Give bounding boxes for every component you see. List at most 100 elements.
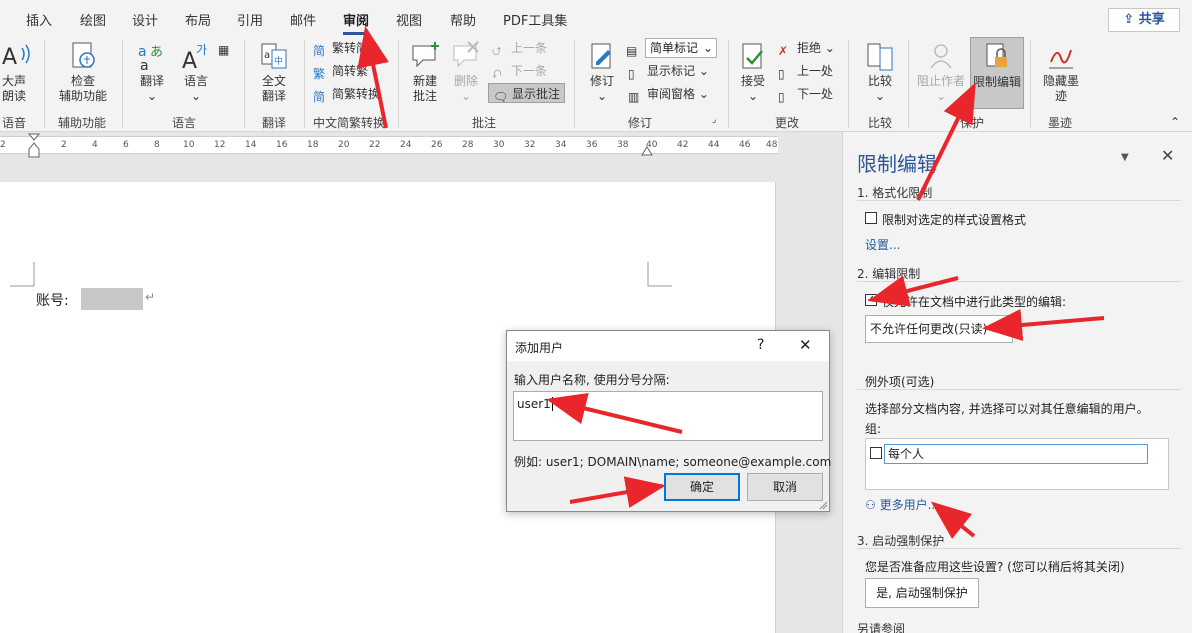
format-restrict-checkbox[interactable]: [865, 212, 877, 224]
section-divider: [857, 281, 1181, 282]
group-separator: [398, 40, 399, 128]
cancel-button[interactable]: 取消: [747, 473, 823, 501]
show-comments-button[interactable]: 🗨 显示批注: [488, 83, 566, 104]
ruler-tick: 14: [245, 140, 257, 150]
ruler-tick: 28: [462, 140, 474, 150]
group-label-protect: 保护: [960, 116, 985, 130]
close-icon[interactable]: ✕: [799, 336, 812, 354]
group-label-comments: 批注: [472, 116, 497, 130]
delete-comment-button[interactable]: 删除 ⌄: [448, 40, 484, 104]
tab-mailings[interactable]: 邮件: [290, 10, 316, 29]
everyone-item[interactable]: 每个人: [884, 444, 1148, 464]
previous-change-button[interactable]: ▯ 上一处: [778, 61, 833, 81]
tab-review[interactable]: 审阅: [343, 10, 370, 35]
more-users-link[interactable]: ⚇ 更多用户...: [865, 496, 939, 513]
group-separator: [122, 40, 123, 128]
hide-ink-button[interactable]: 隐藏墨 迹: [1036, 40, 1086, 104]
group-separator: [244, 40, 245, 128]
ruler-tick: 46: [739, 140, 751, 150]
group-separator: [848, 40, 849, 128]
simp-to-trad-button[interactable]: 繁简转繁: [313, 61, 368, 81]
ruler-tick: 22: [369, 140, 381, 150]
ruler-tick: 24: [400, 140, 412, 150]
ruler-tick: 44: [708, 140, 720, 150]
group-separator: [574, 40, 575, 128]
dialog-launcher-icon[interactable]: ⌟: [712, 114, 716, 134]
margin-corner-mark: [647, 262, 672, 287]
markup-selector[interactable]: ▤: [626, 38, 645, 58]
dialog-example: 例如: user1; DOMAIN\name; someone@example.…: [514, 455, 832, 469]
groups-label: 组:: [865, 422, 882, 436]
indent-marker-icon[interactable]: [28, 133, 40, 159]
group-label-translate: 翻译: [262, 116, 287, 130]
collapse-ribbon-icon[interactable]: ⌃: [1170, 112, 1180, 132]
check-accessibility-button[interactable]: 检查 辅助功能: [50, 40, 116, 104]
simp-to-trad-icon: 繁: [313, 67, 326, 81]
translate-button[interactable]: aあa 翻译 ⌄: [132, 40, 172, 104]
group-separator: [908, 40, 909, 128]
read-aloud-button[interactable]: A 大声 朗读: [0, 40, 30, 104]
right-indent-marker-icon[interactable]: [641, 145, 653, 157]
section-divider: [857, 389, 1181, 390]
ruler-tick: 32: [524, 140, 536, 150]
tab-references[interactable]: 引用: [237, 10, 263, 29]
account-field[interactable]: [81, 288, 143, 310]
ok-button[interactable]: 确定: [664, 473, 740, 501]
compare-button[interactable]: 比较 ⌄: [860, 40, 900, 104]
formatting-restrictions-heading: 1. 格式化限制: [857, 186, 933, 200]
reviewing-pane-button[interactable]: ▥ 审阅窗格 ⌄: [628, 84, 709, 104]
accept-button[interactable]: 接受 ⌄: [734, 40, 772, 104]
ruler-tick: 16: [276, 140, 288, 150]
keyboard-icon[interactable]: ▦: [218, 40, 229, 60]
language-icon: A가: [182, 43, 207, 72]
enforcement-question: 您是否准备应用这些设置? (您可以稍后将其关闭): [865, 560, 1125, 574]
tab-pdf-tools[interactable]: PDF工具集: [503, 10, 567, 29]
ruler-tick: 2: [0, 140, 6, 150]
markup-dropdown[interactable]: 简单标记 ⌄: [645, 38, 717, 58]
new-comment-button[interactable]: 新建 批注: [404, 40, 446, 104]
ruler-track[interactable]: 2 2 4 6 8 10 12 14 16 18 20 22 24 26 28 …: [0, 133, 778, 158]
tab-view[interactable]: 视图: [396, 10, 422, 29]
add-users-dialog: 添加用户 ? ✕ 输入用户名称, 使用分号分隔: user1 例如: user1…: [506, 330, 832, 512]
full-text-translate-button[interactable]: a中 全文 翻译: [250, 40, 298, 104]
editing-restrictions-heading: 2. 编辑限制: [857, 267, 921, 281]
user-names-input[interactable]: user1: [513, 391, 823, 441]
track-changes-button[interactable]: 修订 ⌄: [584, 40, 620, 104]
editing-restrict-checkbox[interactable]: ✓: [865, 294, 877, 306]
group-label-changes: 更改: [775, 116, 800, 130]
show-comments-icon: 🗨: [493, 90, 509, 104]
tab-insert[interactable]: 插入: [26, 10, 52, 29]
resize-grip-icon[interactable]: [818, 500, 828, 510]
tab-help[interactable]: 帮助: [450, 10, 476, 29]
conversion-icon: 简: [313, 90, 326, 104]
horizontal-ruler: 2 2 4 6 8 10 12 14 16 18 20 22 24 26 28 …: [0, 132, 840, 158]
trad-to-simp-button[interactable]: 简繁转简: [313, 38, 368, 58]
show-markup-button[interactable]: ▯ 显示标记 ⌄: [628, 61, 709, 81]
pane-options-icon[interactable]: ▼: [1121, 152, 1129, 163]
chinese-conversion-button[interactable]: 简简繁转换: [313, 84, 380, 104]
text-caret: [551, 397, 553, 411]
reject-button[interactable]: ✗ 拒绝 ⌄: [778, 38, 835, 58]
restrict-editing-pane: 限制编辑 ▼ ✕ 1. 格式化限制 限制对选定的样式设置格式 设置... 2. …: [842, 132, 1192, 633]
pane-close-icon[interactable]: ✕: [1161, 146, 1174, 165]
tab-draw[interactable]: 绘图: [80, 10, 106, 29]
help-icon[interactable]: ?: [757, 337, 764, 353]
language-button[interactable]: A가 语言 ⌄: [176, 40, 216, 104]
next-change-button[interactable]: ▯ 下一处: [778, 84, 833, 104]
start-enforcing-button[interactable]: 是, 启动强制保护: [865, 578, 979, 608]
tab-layout[interactable]: 布局: [185, 10, 211, 29]
restrict-editing-button[interactable]: 限制编辑: [970, 37, 1024, 109]
section-divider: [857, 200, 1181, 201]
share-button[interactable]: ⇪ 共享: [1108, 8, 1180, 32]
next-comment-button[interactable]: ⮏ 下一条: [492, 61, 547, 81]
block-authors-button[interactable]: 阻止作者 ⌄: [914, 40, 968, 104]
everyone-checkbox[interactable]: [870, 447, 882, 459]
tab-design[interactable]: 设计: [132, 10, 158, 29]
previous-comment-button[interactable]: ⮍ 上一条: [492, 38, 547, 58]
editing-type-select[interactable]: 不允许任何更改(只读): [865, 315, 1013, 343]
settings-link[interactable]: 设置...: [865, 236, 900, 253]
chevron-down-icon: ⌄: [747, 89, 759, 103]
ruler-tick: 34: [555, 140, 567, 150]
track-changes-icon: [591, 43, 611, 69]
document-translate-icon: a中: [261, 43, 287, 69]
